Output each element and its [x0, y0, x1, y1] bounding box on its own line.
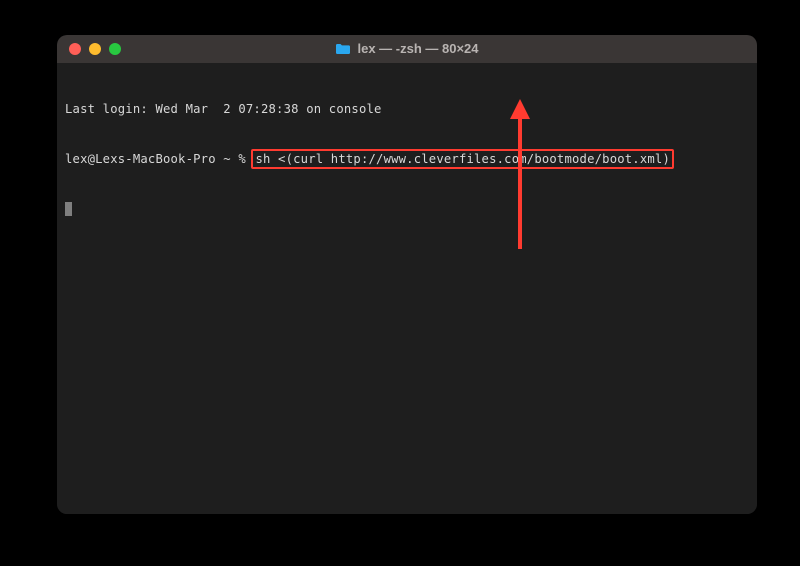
last-login-line: Last login: Wed Mar 2 07:28:38 on consol… — [65, 101, 749, 117]
folder-icon — [335, 43, 351, 55]
terminal-body[interactable]: Last login: Wed Mar 2 07:28:38 on consol… — [57, 63, 757, 514]
window-title: lex — -zsh — 80×24 — [357, 41, 478, 56]
close-button[interactable] — [69, 43, 81, 55]
prompt-line: lex@Lexs-MacBook-Pro ~ % sh <(curl http:… — [65, 149, 749, 169]
titlebar[interactable]: lex — -zsh — 80×24 — [57, 35, 757, 63]
cursor-line — [65, 201, 749, 217]
zoom-button[interactable] — [109, 43, 121, 55]
minimize-button[interactable] — [89, 43, 101, 55]
window-title-container: lex — -zsh — 80×24 — [57, 40, 757, 59]
terminal-window: lex — -zsh — 80×24 Last login: Wed Mar 2… — [57, 35, 757, 514]
typed-command: sh <(curl http://www.cleverfiles.com/boo… — [255, 152, 670, 166]
annotation-arrow-icon — [507, 99, 533, 249]
command-highlight: sh <(curl http://www.cleverfiles.com/boo… — [251, 149, 674, 169]
shell-prompt: lex@Lexs-MacBook-Pro ~ % — [65, 152, 253, 166]
cursor-block-icon — [65, 202, 72, 216]
traffic-lights — [69, 43, 121, 55]
